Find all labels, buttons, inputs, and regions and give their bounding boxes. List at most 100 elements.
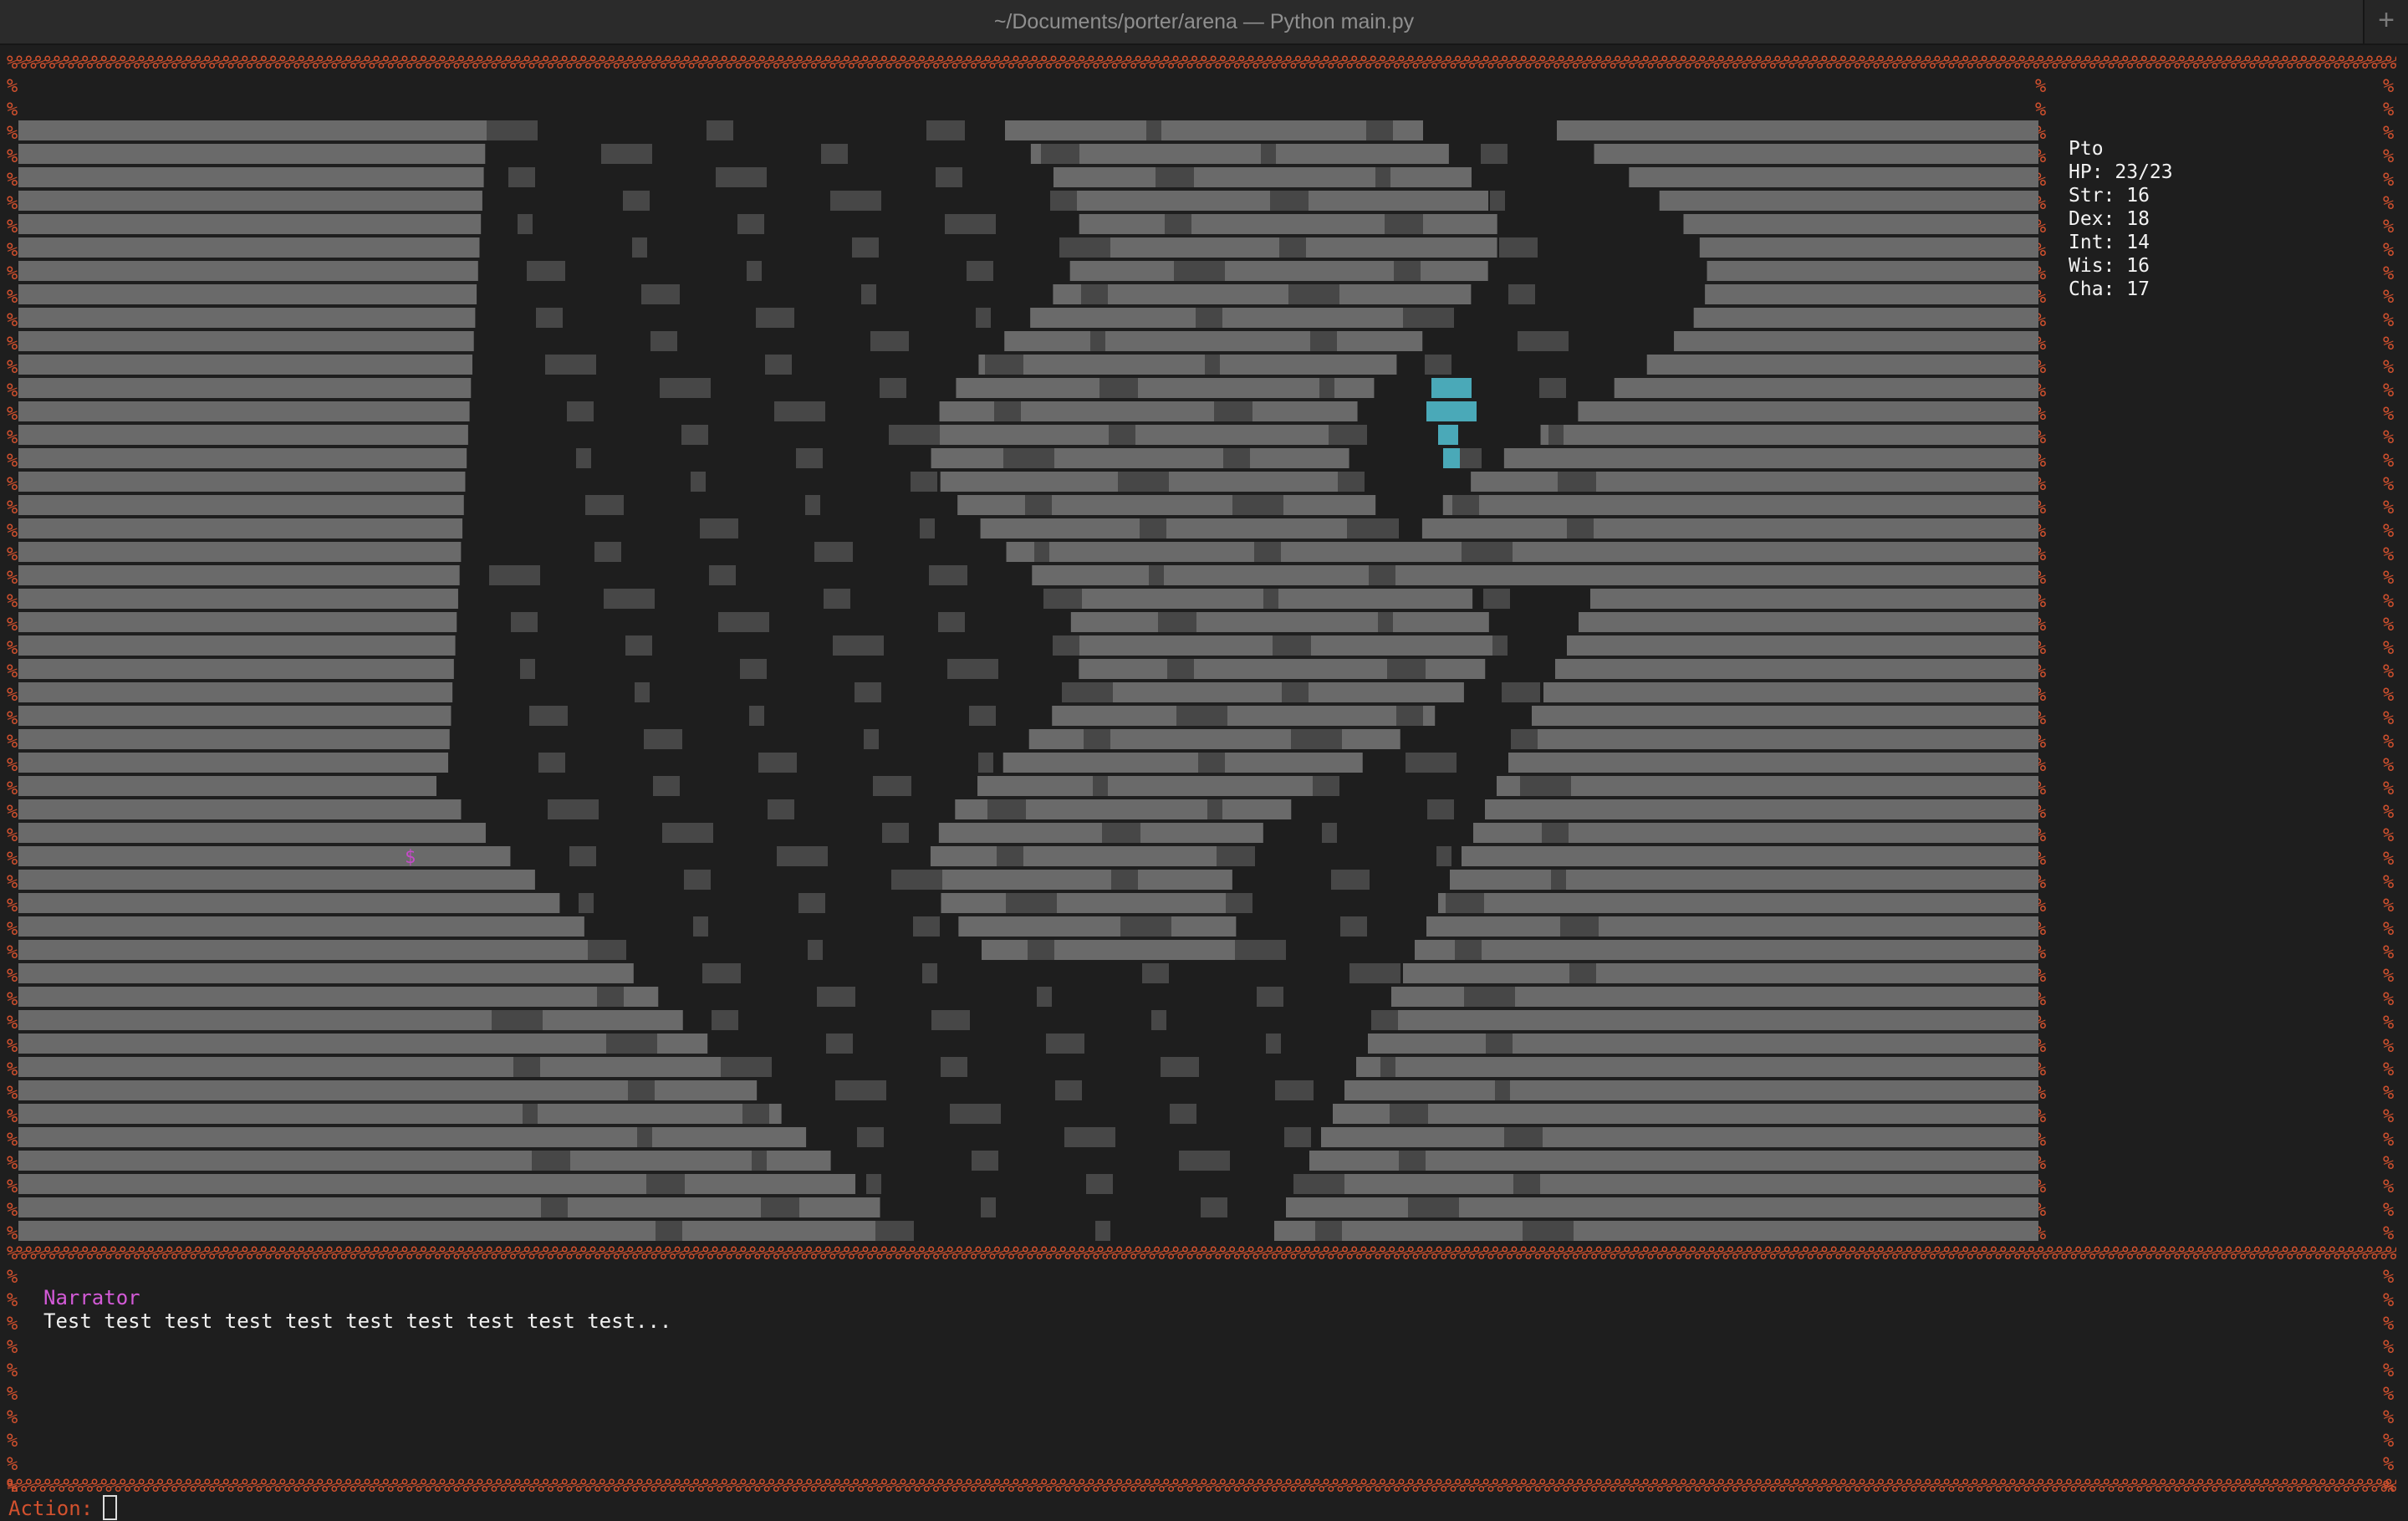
rubble-tile (855, 682, 881, 702)
rubble-tile (541, 1197, 568, 1217)
wall-row (1426, 916, 2038, 937)
rubble-tile (1499, 237, 1538, 258)
wall-row (941, 893, 1231, 913)
rubble-tile (712, 1010, 738, 1030)
rubble-tile (1158, 612, 1196, 632)
wall-row (18, 518, 463, 538)
wall-row (1438, 893, 2038, 913)
rubble-tile (656, 1221, 682, 1241)
rubble-tile (504, 1010, 543, 1030)
wall-row (18, 1174, 856, 1194)
wall-row (1356, 1057, 2038, 1077)
wall-row (18, 120, 487, 140)
wall-row (1004, 331, 1423, 351)
rubble-tile (1313, 776, 1339, 796)
character-name: Pto (2069, 138, 2104, 160)
rubble-tile (960, 659, 998, 679)
wall-row (1659, 191, 2038, 211)
wall-row (1421, 518, 2038, 538)
wall-row (1053, 167, 1472, 187)
dungeon-map: $ (18, 120, 2038, 1241)
rubble-tile (1530, 331, 1569, 351)
rubble-tile (1425, 355, 1451, 375)
wall-row (1557, 120, 2038, 140)
rubble-tile (628, 1080, 655, 1100)
new-tab-button[interactable]: + (2363, 0, 2408, 43)
rubble-tile (700, 518, 738, 538)
rubble-tile (616, 589, 655, 609)
wall-row (18, 1151, 831, 1171)
wall-row (1069, 682, 1464, 702)
wall-row (18, 963, 634, 983)
rubble-tile (1191, 1151, 1230, 1171)
rubble-tile (1319, 378, 1334, 398)
wall-row (1485, 799, 2038, 819)
rubble-tile (1486, 1034, 1513, 1054)
rubble-tile (938, 612, 965, 632)
wall-row (18, 940, 610, 960)
wall-row (18, 893, 560, 913)
rubble-tile (1093, 776, 1108, 796)
rubble-tile (967, 261, 993, 281)
rubble-tile (637, 1127, 652, 1147)
rubble-tile (985, 355, 1023, 375)
rubble-tile (913, 916, 940, 937)
rubble-tile (672, 378, 711, 398)
rubble-tile (1072, 237, 1110, 258)
rubble-tile (1055, 1080, 1082, 1100)
wall-row (1052, 706, 1436, 726)
wall-row (1442, 495, 2038, 515)
wall-row (1462, 846, 2038, 866)
rubble-tile (758, 753, 797, 773)
wall-row (18, 472, 466, 492)
log-speaker: Narrator (43, 1286, 140, 1309)
rubble-tile (931, 1010, 970, 1030)
rubble-tile (1196, 308, 1222, 328)
wall-row (18, 565, 460, 585)
rubble-tile (1165, 214, 1191, 234)
rubble-tile (1303, 729, 1342, 749)
rubble-tile (625, 635, 652, 656)
wall-row (18, 167, 484, 187)
action-prompt[interactable]: Action: (8, 1495, 118, 1521)
wall-row (1532, 706, 2038, 726)
rubble-tile (1257, 987, 1283, 1007)
rubble-tile (646, 1174, 685, 1194)
wall-row (18, 1034, 708, 1054)
rubble-tile (1331, 870, 1370, 890)
rubble-tile (864, 729, 879, 749)
rubble-tile (709, 565, 736, 585)
wall-row (1578, 401, 2038, 421)
wall-row (1693, 308, 2038, 328)
hp-stat: HP: 23/23 (2069, 161, 2173, 183)
rubble-tile (824, 589, 850, 609)
wall-row (1705, 284, 2038, 304)
rubble-tile (585, 495, 624, 515)
rubble-tile (1385, 214, 1423, 234)
rubble-tile (1146, 120, 1161, 140)
rubble-tile (997, 846, 1023, 866)
rubble-tile (1279, 237, 1306, 258)
rubble-tile (532, 1151, 570, 1171)
rubble-tile (623, 191, 650, 211)
rubble-tile (1053, 635, 1079, 656)
rubble-tile (1446, 893, 1484, 913)
rubble-tile (761, 1197, 799, 1217)
rubble-tile (796, 448, 823, 468)
rubble-tile (675, 823, 713, 843)
rubble-tile (1416, 308, 1454, 328)
rubble-tile (1511, 729, 1538, 749)
wall-row (18, 659, 454, 679)
rubble-tile (1077, 1127, 1115, 1147)
rubble-tile (1371, 1010, 1398, 1030)
terminal-viewport[interactable]: %%%%%%%%%%%%%%%%%%%%%%%%%%%%%%%%%%%%%%%%… (0, 45, 2408, 1520)
rubble-tile (1551, 870, 1566, 890)
rubble-tile (1535, 1221, 1574, 1241)
rubble-tile (1306, 1174, 1344, 1194)
rubble-tile (756, 308, 794, 328)
rubble-tile (1560, 916, 1599, 937)
rubble-tile (588, 940, 626, 960)
int-stat: Int: 14 (2069, 232, 2150, 253)
rubble-tile (1495, 1080, 1510, 1100)
rubble-tile (576, 448, 591, 468)
